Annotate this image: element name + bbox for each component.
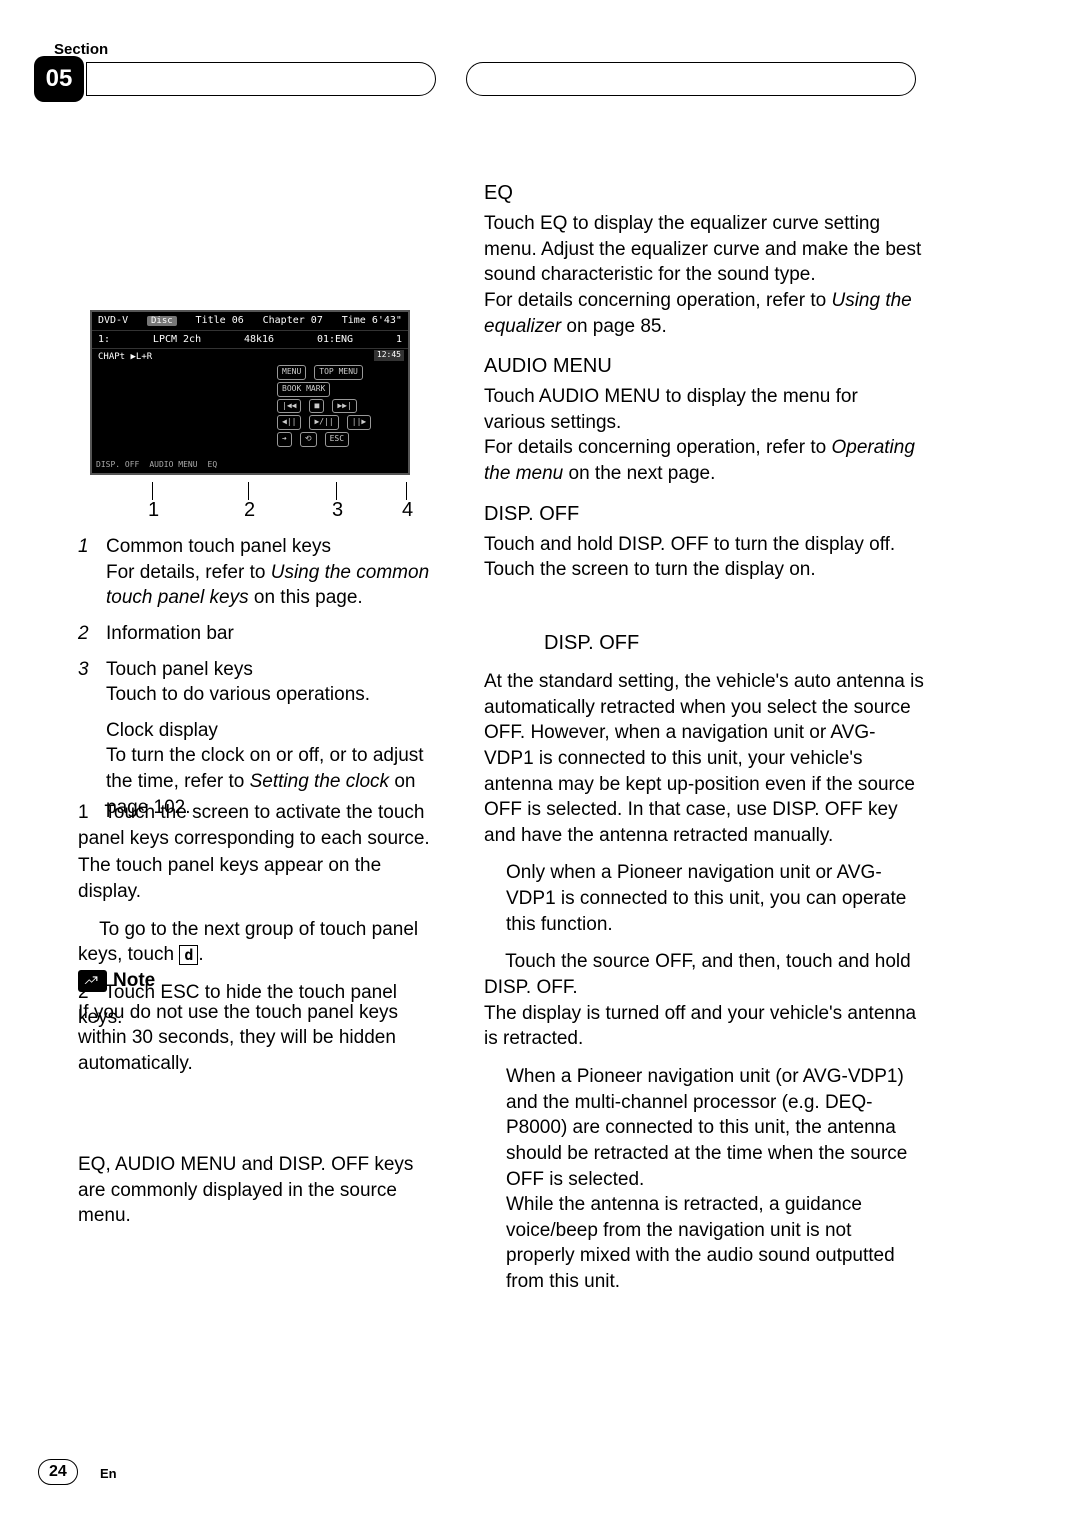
legend-item-1: 1 Common touch panel keys For details, r…	[78, 534, 438, 611]
legend-detail: For details, refer to Using the common t…	[106, 560, 438, 611]
audio-menu-body: Touch AUDIO MENU to display the menu for…	[484, 384, 924, 435]
topmenu-button[interactable]: TOP MENU	[314, 365, 363, 380]
player-screenshot: DVD-V Disc Title 06 Chapter 07 Time 6'43…	[90, 310, 410, 475]
next-group-key: d	[179, 945, 198, 965]
page-lang: En	[100, 1465, 117, 1483]
clock-display: 12:45	[374, 350, 404, 361]
legend-lead: Information bar	[106, 621, 438, 647]
legend-item-2: 2 Information bar	[78, 621, 438, 647]
page-number: 24	[38, 1459, 78, 1485]
antenna-para: At the standard setting, the vehicle's a…	[484, 669, 924, 848]
header-pill-left	[86, 62, 436, 96]
eq-key[interactable]: EQ	[208, 460, 218, 471]
section-number-badge: 05	[34, 56, 84, 102]
legend-lead: Common touch panel keys	[106, 534, 438, 560]
khz-label: 48k16	[244, 333, 274, 347]
title-val: 06	[232, 315, 244, 326]
note-label: Note	[113, 968, 155, 994]
angle-label: 1	[396, 333, 402, 347]
callout-4: 4	[402, 497, 413, 524]
rew-button[interactable]: ◀||	[277, 415, 301, 430]
time-val: 6'43"	[372, 315, 402, 326]
legend-lead: Clock display	[106, 718, 438, 744]
antenna-bullet: Only when a Pioneer navigation unit or A…	[484, 860, 924, 937]
legend-detail: Touch to do various operations.	[106, 682, 438, 708]
disp-off-key[interactable]: DISP. OFF	[96, 460, 139, 471]
playpause-button[interactable]: ▶/||	[309, 415, 338, 430]
sub-label: 01:ENG	[317, 333, 353, 347]
note-icon	[78, 970, 107, 992]
header-pill-right	[466, 62, 916, 96]
disp-off-heading: DISP. OFF	[484, 501, 924, 528]
disc-tag: Disc	[147, 316, 177, 326]
esc-button[interactable]: ESC	[325, 432, 349, 447]
legend-num: 1	[78, 534, 106, 611]
final-bullet-2: While the antenna is retracted, a guidan…	[484, 1192, 924, 1295]
legend-item-3: 3 Touch panel keys Touch to do various o…	[78, 657, 438, 708]
audio-menu-key[interactable]: AUDIO MENU	[149, 460, 197, 471]
step-num: 1	[78, 802, 89, 823]
title-tag: Title	[196, 315, 226, 326]
audio-icon: 1:	[98, 333, 110, 347]
lpcm-label: LPCM 2ch	[153, 333, 201, 347]
legend-lead: Touch panel keys	[106, 657, 438, 683]
touch-off-result: The display is turned off and your vehic…	[484, 1001, 924, 1052]
legend-num: 3	[78, 657, 106, 708]
return-button[interactable]: ⟲	[300, 432, 317, 447]
step-1: 1 Touch the screen to activate the touch…	[78, 800, 438, 851]
audio-menu-ref: For details concerning operation, refer …	[484, 435, 924, 486]
callout-2: 2	[244, 497, 255, 524]
dvd-label: DVD-V	[98, 314, 128, 328]
final-bullet-1: When a Pioneer navigation unit (or AVG-V…	[484, 1064, 924, 1192]
note-text: If you do not use the touch panel keys w…	[78, 1000, 438, 1077]
bookmark-button[interactable]: BOOK MARK	[277, 382, 330, 397]
next-button[interactable]: ▶▶|	[332, 399, 356, 414]
eq-body: Touch EQ to display the equalizer curve …	[484, 211, 924, 288]
chapter-mode: CHAPt ▶L+R	[92, 349, 408, 365]
fwd-button[interactable]: ||▶	[347, 415, 371, 430]
step-1-sub: To go to the next group of touch panel k…	[78, 917, 438, 968]
step-text: Touch the screen to activate the touch p…	[78, 802, 430, 849]
disp-off-subheading: DISP. OFF	[484, 630, 924, 657]
touch-off-step: Touch the source OFF, and then, touch an…	[484, 949, 924, 1000]
chapter-val: 07	[311, 315, 323, 326]
time-tag: Time	[342, 315, 366, 326]
step-1-extra: The touch panel keys appear on the displ…	[78, 853, 438, 904]
menu-button[interactable]: MENU	[277, 365, 306, 380]
arrow-button[interactable]: ➔	[277, 432, 292, 447]
callout-3: 3	[332, 497, 343, 524]
eq-heading: EQ	[484, 180, 924, 207]
chapter-tag: Chapter	[263, 315, 305, 326]
callout-1: 1	[148, 497, 159, 524]
audio-menu-heading: AUDIO MENU	[484, 353, 924, 380]
stop-button[interactable]: ■	[309, 399, 324, 414]
prev-button[interactable]: |◀◀	[277, 399, 301, 414]
eq-ref: For details concerning operation, refer …	[484, 288, 924, 339]
legend-num: 2	[78, 621, 106, 647]
common-keys-text: EQ, AUDIO MENU and DISP. OFF keys are co…	[78, 1152, 438, 1229]
transport-buttons: MENU TOP MENU BOOK MARK |◀◀ ■ ▶▶| ◀|| ▶/…	[276, 364, 406, 448]
disp-off-body: Touch and hold DISP. OFF to turn the dis…	[484, 532, 924, 583]
